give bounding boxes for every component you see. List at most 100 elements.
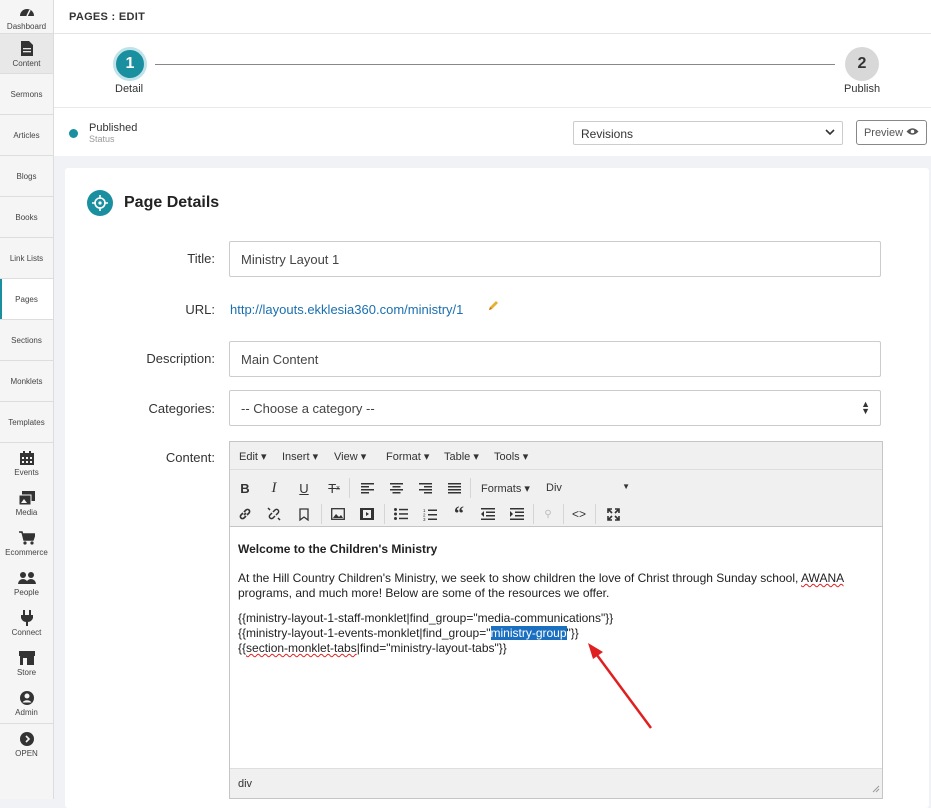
user-icon [18,689,36,707]
sidebar-item-templates[interactable]: Templates [0,402,53,443]
sidebar-item-events[interactable]: Events [0,443,53,483]
sidebar-item-people[interactable]: People [0,563,53,603]
block-format-dropdown[interactable]: Div ▼ [546,482,630,494]
monklet-code-block: {{ministry-layout-1-staff-monklet|find_g… [238,611,874,656]
sidebar-item-articles[interactable]: Articles [0,115,53,156]
justify-icon[interactable] [444,478,464,498]
underline-icon[interactable]: U [294,478,314,498]
link-icon[interactable] [235,504,255,524]
code-line-3-end: |find="ministry-layout-tabs"}} [356,641,507,655]
sidebar-item-label: Articles [13,130,40,140]
code-line-3: {{section-monklet-tabs|find="ministry-la… [238,641,874,656]
pencil-icon[interactable] [488,300,499,314]
align-right-icon[interactable] [415,478,435,498]
toolbar-divider [533,504,534,524]
code-line-1: {{ministry-layout-1-staff-monklet|find_g… [238,611,614,625]
sidebar-item-dashboard[interactable]: Dashboard [0,0,53,34]
italic-icon[interactable]: I [264,478,284,498]
intro-text-start: At the Hill Country Children's Ministry,… [238,571,801,585]
menu-edit[interactable]: Edit ▾ [239,450,267,463]
image-icon[interactable] [328,504,348,524]
step-1-label[interactable]: Detail [115,83,143,95]
numbered-list-icon[interactable]: 123 [420,504,440,524]
blockquote-icon[interactable]: “ [449,503,469,525]
step-2-label[interactable]: Publish [844,83,880,95]
resize-handle-icon[interactable] [872,784,880,796]
menu-view[interactable]: View ▾ [334,450,366,463]
sidebar-item-ecommerce[interactable]: Ecommerce [0,523,53,563]
revisions-select[interactable]: Revisions [573,121,843,145]
sidebar-item-pages[interactable]: Pages [0,279,53,320]
url-link[interactable]: http://layouts.ekklesia360.com/ministry/… [230,302,463,317]
editor-menubar: Edit ▾ Insert ▾ View ▾ Format ▾ Table ▾ … [230,442,882,470]
bookmark-icon[interactable] [294,504,314,524]
sidebar-item-connect[interactable]: Connect [0,603,53,643]
menu-format[interactable]: Format ▾ [386,450,429,463]
status-value: Published [89,122,138,134]
element-path[interactable]: div [238,778,252,790]
bullet-list-icon[interactable] [391,504,411,524]
sidebar-item-label: Media [15,508,38,517]
description-input[interactable]: Main Content [229,341,881,377]
sidebar-item-label: People [14,588,39,597]
sidebar-item-label: Admin [15,708,38,717]
menu-format-label: Format [386,451,421,463]
source-code-icon[interactable]: <> [569,504,589,524]
align-left-icon[interactable] [357,478,377,498]
code-line-2: {{ministry-layout-1-events-monklet|find_… [238,626,874,641]
sidebar-item-admin[interactable]: Admin [0,683,53,723]
page-details-card: Page Details Title: Ministry Layout 1 UR… [65,168,929,808]
menu-insert-label: Insert [282,451,310,463]
status-indicator [69,129,78,138]
menu-table[interactable]: Table ▾ [444,450,479,463]
intro-awana-word: AWANA [801,571,844,585]
sidebar-item-media[interactable]: Media [0,483,53,523]
card-title: Page Details [124,194,220,211]
fullscreen-icon[interactable] [603,504,623,524]
preview-button[interactable]: Preview [856,120,927,145]
sidebar-item-store[interactable]: Store [0,643,53,683]
sidebar-item-label: Pages [15,294,38,304]
code-line-3-start: {{ [238,641,247,655]
selected-text: ministry-group [490,626,567,640]
clear-format-icon[interactable]: Tx [324,478,344,498]
indent-icon[interactable] [507,504,527,524]
rich-text-editor: Edit ▾ Insert ▾ View ▾ Format ▾ Table ▾ … [229,441,883,799]
align-center-icon[interactable] [386,478,406,498]
sidebar-item-label: Blogs [16,171,37,181]
toolbar-divider [563,504,564,524]
bold-icon[interactable]: B [235,478,255,498]
title-input[interactable]: Ministry Layout 1 [229,241,881,277]
unlink-icon[interactable] [264,504,284,524]
media-embed-icon[interactable] [357,504,377,524]
sidebar-item-blogs[interactable]: Blogs [0,156,53,197]
sidebar-item-sermons[interactable]: Sermons [0,74,53,115]
plug-icon [18,609,36,627]
step-connector [155,64,835,65]
people-icon [17,569,36,587]
categories-select[interactable]: -- Choose a category -- ▲ ▼ [229,390,881,426]
sidebar-item-content[interactable]: Content [0,34,53,74]
title-label: Title: [187,251,215,266]
outdent-icon[interactable] [478,504,498,524]
menu-tools[interactable]: Tools ▾ [494,450,528,463]
chevron-right-icon [18,730,36,748]
document-icon [18,40,36,58]
editor-toolbar: B I U Tx Formats ▾ Div ▼ 1 2 3 “ ⚲ <> [230,470,882,527]
menu-insert[interactable]: Insert ▾ [282,450,318,463]
formats-dropdown[interactable]: Formats ▾ [481,482,530,495]
step-2-circle[interactable]: 2 [845,47,879,81]
sidebar-item-label: Dashboard [6,21,47,31]
sidebar-item-link-lists[interactable]: Link Lists [0,238,53,279]
sidebar-open-toggle[interactable]: OPEN [0,723,53,763]
content-heading: Welcome to the Children's Ministry [238,542,438,556]
intro-text-end: programs, and much more! Below are some … [238,586,610,600]
step-1-circle[interactable]: 1 [113,47,147,81]
sidebar-item-monklets[interactable]: Monklets [0,361,53,402]
sidebar-item-label: Sermons [10,89,43,99]
menu-view-label: View [334,451,358,463]
sidebar-item-books[interactable]: Books [0,197,53,238]
editor-content-area[interactable]: Welcome to the Children's Ministry At th… [230,527,882,768]
svg-text:3: 3 [423,517,426,521]
sidebar-item-sections[interactable]: Sections [0,320,53,361]
